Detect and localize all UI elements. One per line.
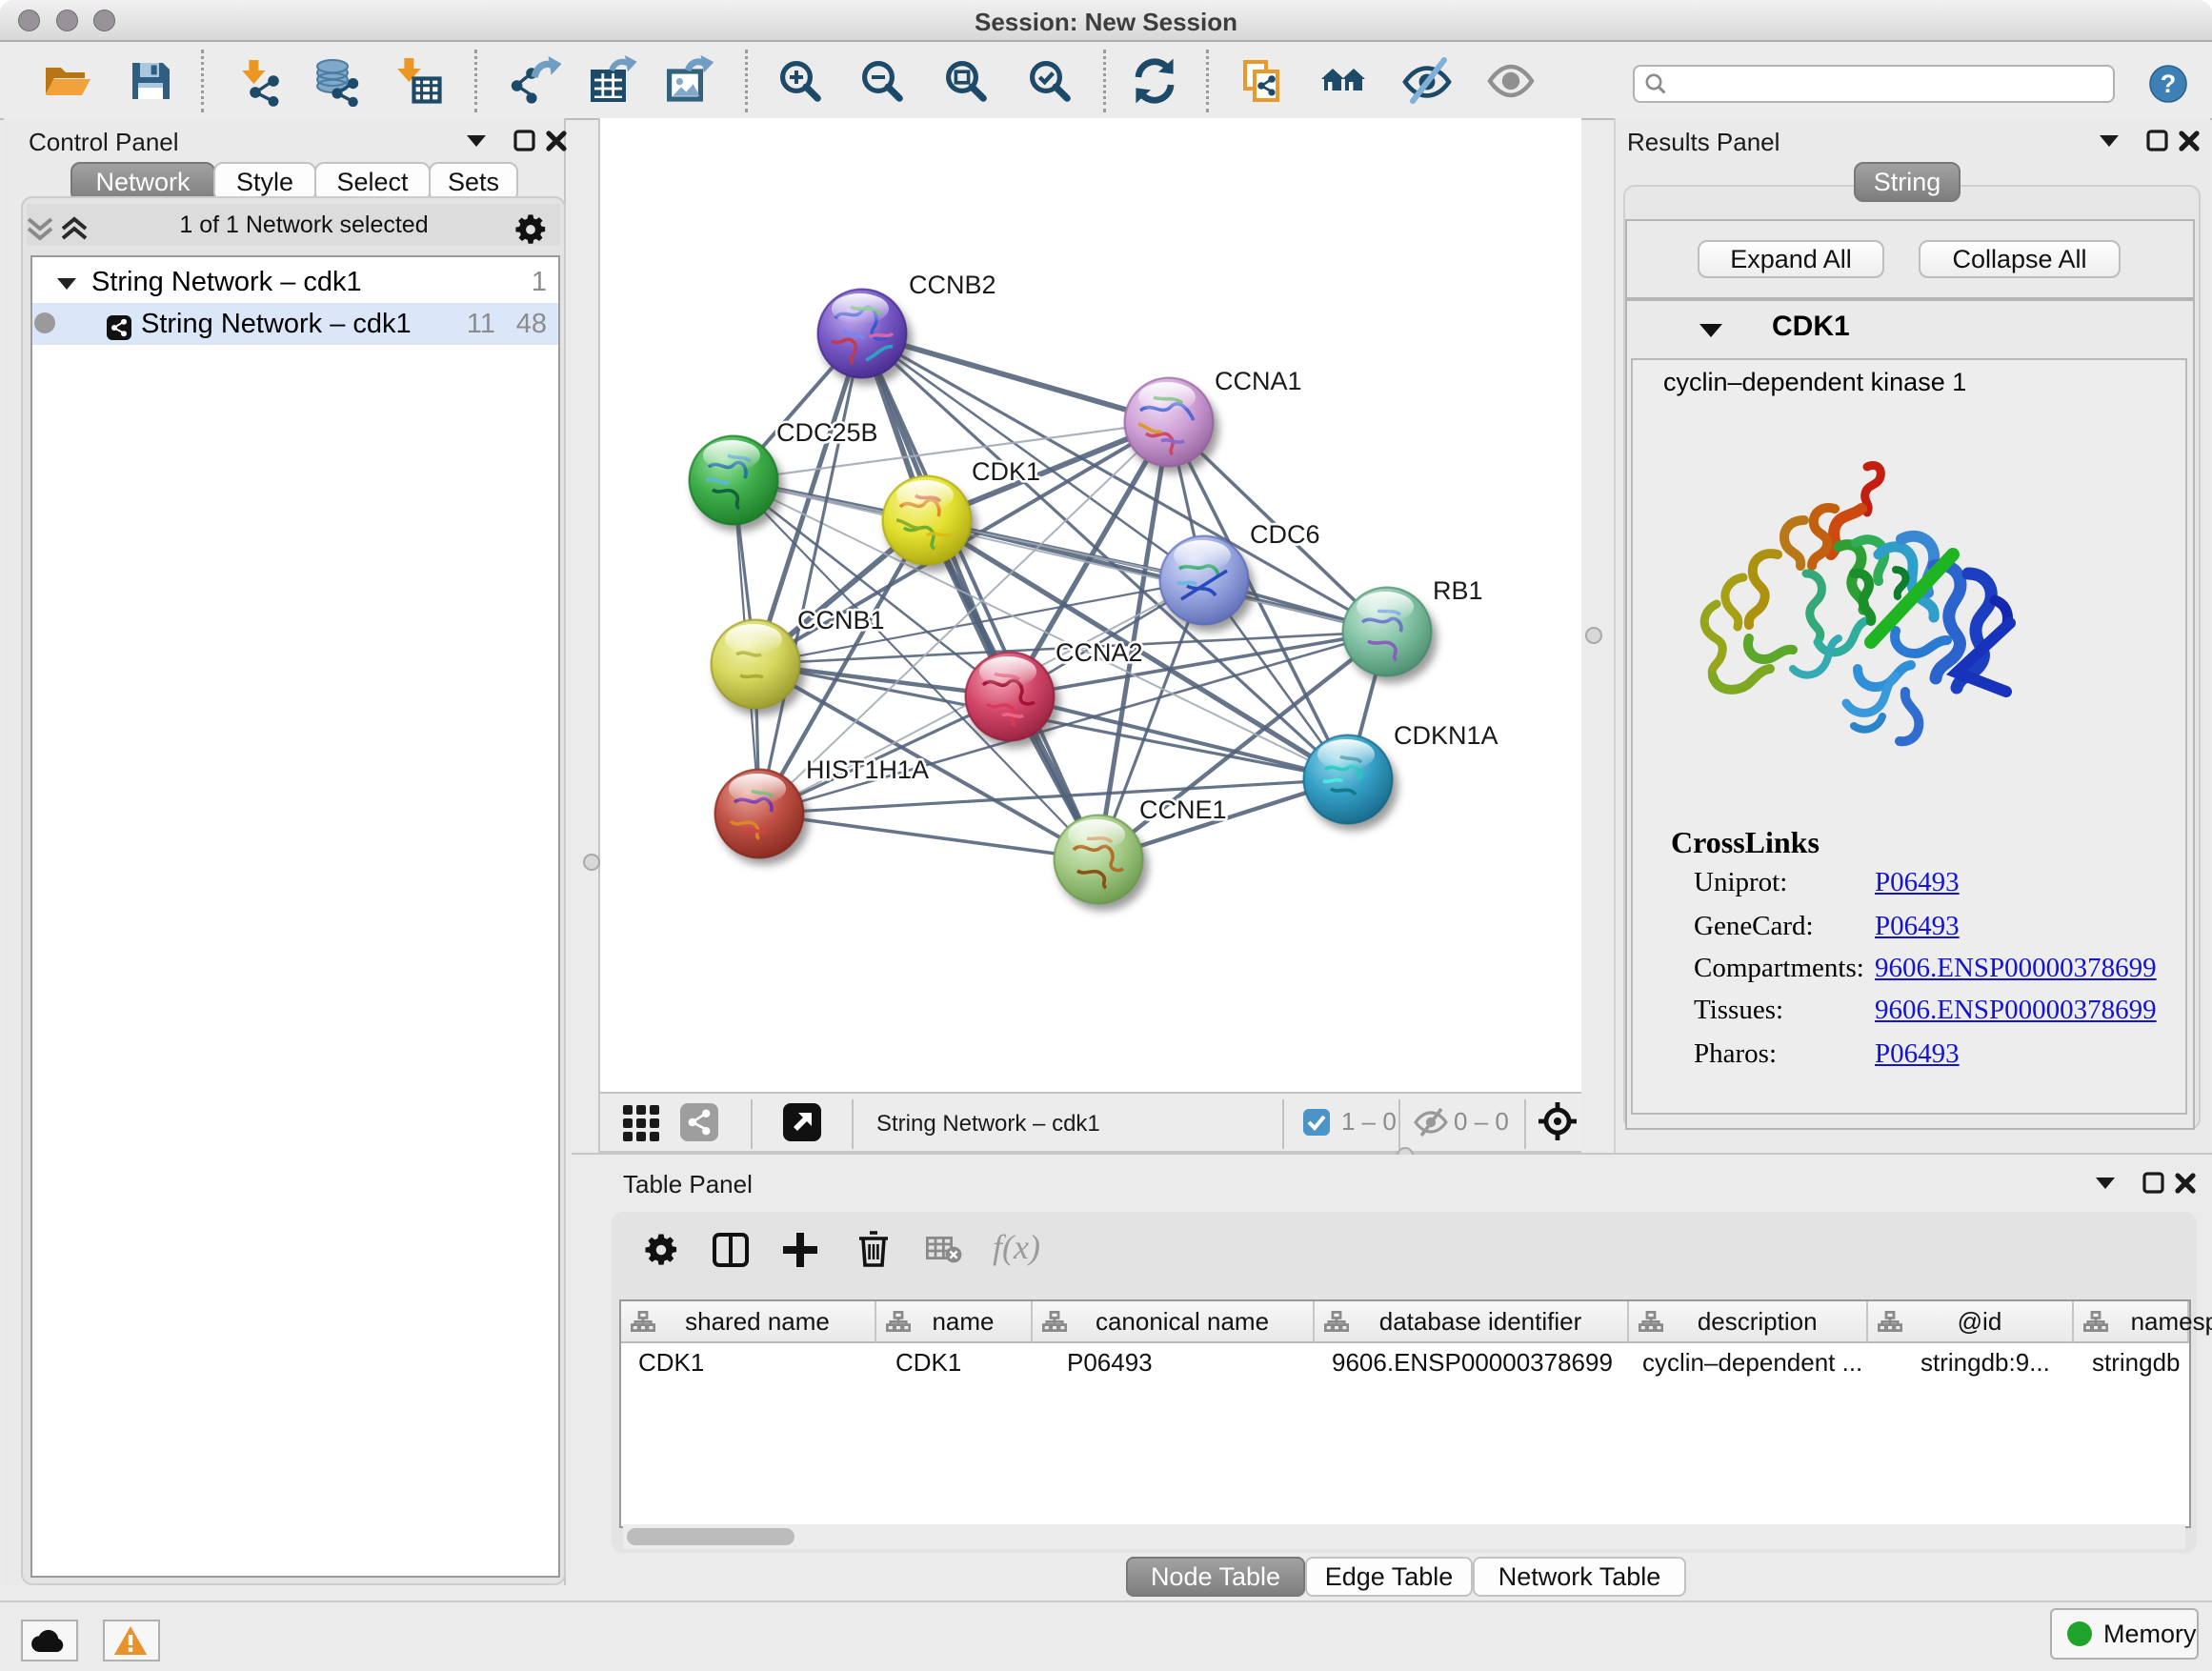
svg-text:CCNE1: CCNE1	[1139, 795, 1227, 824]
svg-text:RB1: RB1	[1433, 576, 1483, 605]
svg-text:CCNA1: CCNA1	[1215, 367, 1302, 395]
svg-text:CCNB2: CCNB2	[909, 271, 996, 299]
svg-text:CDK1: CDK1	[972, 457, 1040, 486]
svg-text:CCNB1: CCNB1	[797, 606, 885, 634]
svg-text:CDC6: CDC6	[1250, 520, 1320, 549]
svg-text:?: ?	[2161, 70, 2177, 98]
svg-text:CDC25B: CDC25B	[776, 418, 878, 447]
svg-text:CDKN1A: CDKN1A	[1394, 721, 1498, 750]
svg-text:CCNA2: CCNA2	[1056, 638, 1143, 667]
svg-text:HIST1H1A: HIST1H1A	[806, 755, 929, 784]
